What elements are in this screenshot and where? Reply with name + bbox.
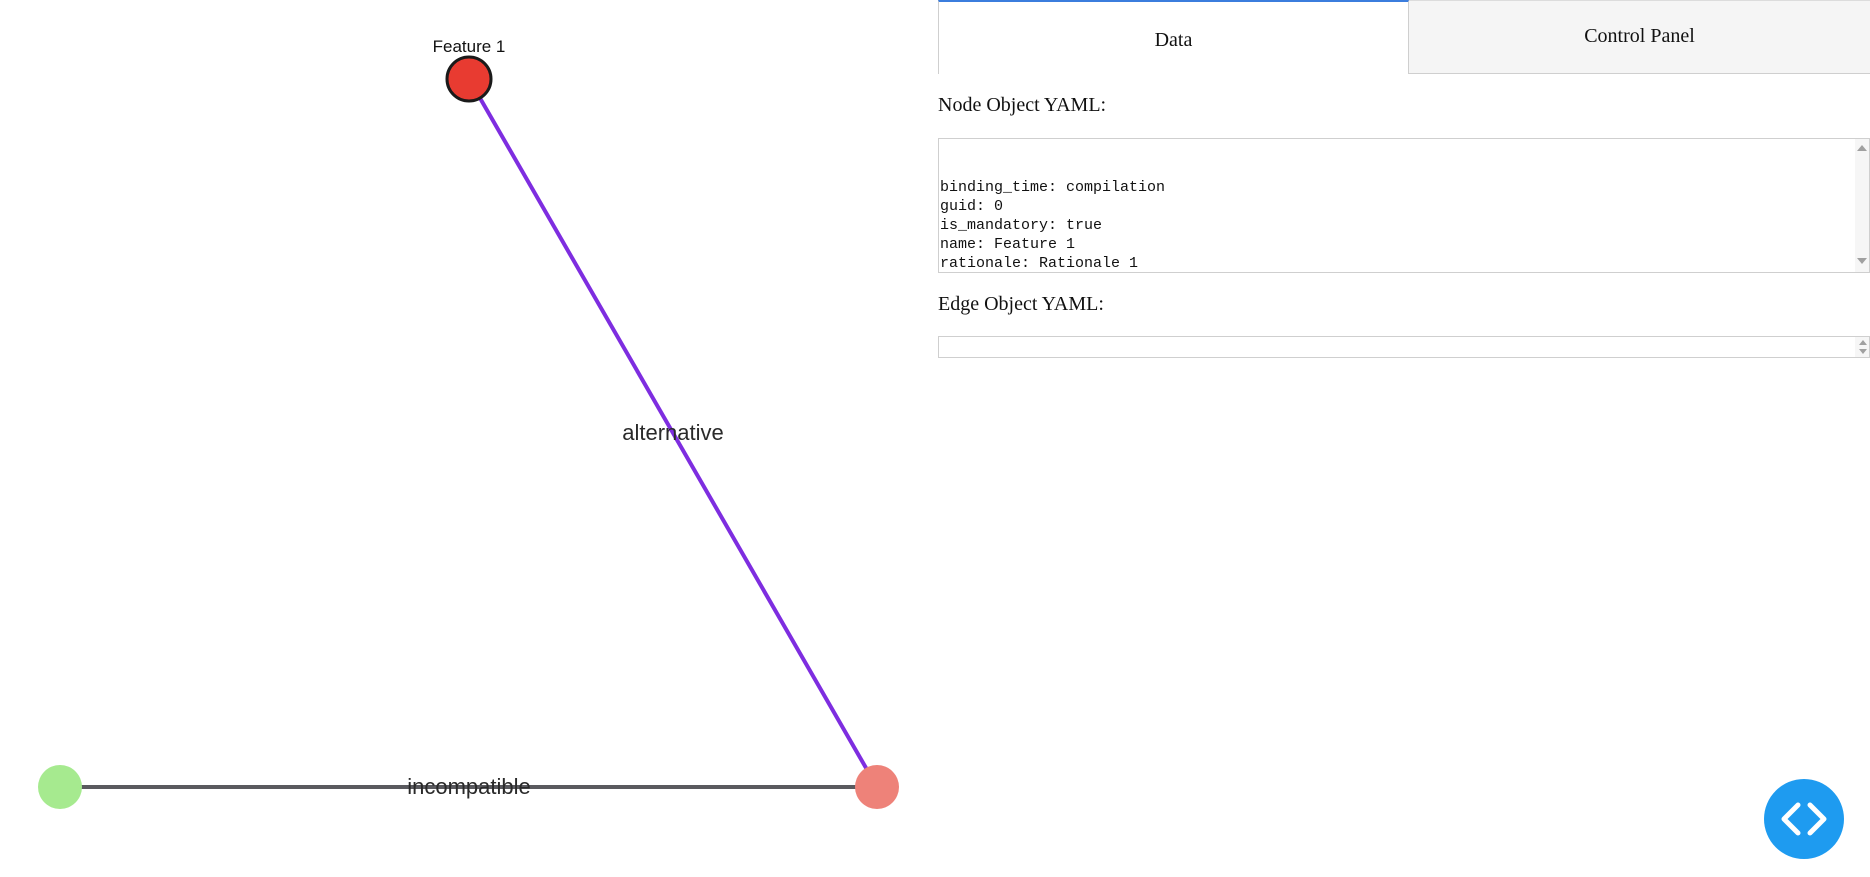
edge-yaml-textarea[interactable]: null bbox=[938, 336, 1870, 358]
node-yaml-line: rationale: Rationale 1 bbox=[940, 255, 1139, 272]
edge-yaml-label: Edge Object YAML: bbox=[938, 293, 1104, 315]
scroll-down-arrow-icon[interactable] bbox=[1859, 349, 1867, 354]
node-label-feature-1: Feature 1 bbox=[433, 37, 506, 56]
code-brackets-icon bbox=[1781, 802, 1827, 836]
node-yaml-content: binding_time: compilation guid: 0 is_manda… bbox=[940, 178, 1855, 272]
edge-yaml-scrollbar[interactable] bbox=[1855, 337, 1869, 357]
node-yaml-scrollbar[interactable] bbox=[1855, 139, 1869, 272]
node-yaml-line: guid: 0 bbox=[940, 198, 1004, 215]
edge-label-alternative: alternative bbox=[622, 420, 724, 445]
node-yaml-line: is_mandatory: true bbox=[940, 217, 1103, 234]
side-panel: Data Control Panel Node Object YAML: bin… bbox=[938, 0, 1870, 877]
graph-canvas[interactable]: alternative incompatible Feature 1 bbox=[0, 0, 938, 877]
node-yaml-label: Node Object YAML: bbox=[938, 94, 1107, 116]
edge-label-incompatible: incompatible bbox=[407, 774, 531, 799]
node-feature-1[interactable] bbox=[445, 55, 493, 103]
node-feature-3[interactable] bbox=[38, 765, 82, 809]
scroll-up-arrow-icon[interactable] bbox=[1859, 340, 1867, 345]
node-yaml-line: binding_time: compilation bbox=[940, 179, 1166, 196]
scroll-up-arrow-icon[interactable] bbox=[1857, 145, 1867, 151]
tab-bar: Data Control Panel bbox=[938, 0, 1870, 74]
tab-control-panel[interactable]: Control Panel bbox=[1409, 0, 1870, 74]
node-yaml-line: name: Feature 1 bbox=[940, 236, 1076, 253]
node-yaml-textarea[interactable]: binding_time: compilation guid: 0 is_manda… bbox=[938, 138, 1870, 273]
tab-data[interactable]: Data bbox=[938, 0, 1409, 74]
scroll-down-arrow-icon[interactable] bbox=[1857, 258, 1867, 264]
code-toggle-button[interactable] bbox=[1764, 779, 1844, 859]
node-feature-2[interactable] bbox=[855, 765, 899, 809]
